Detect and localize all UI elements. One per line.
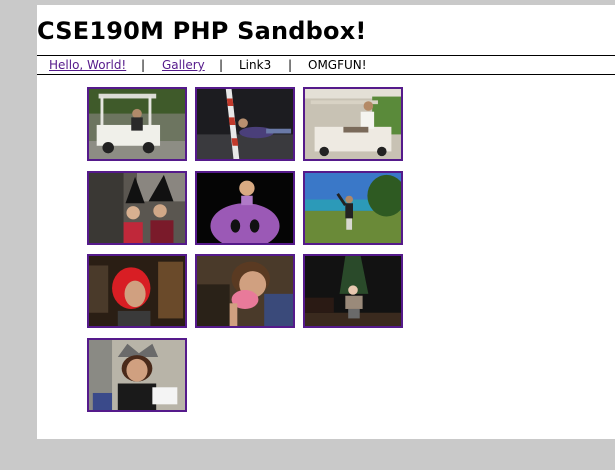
person-lying-by-pole-photo [197, 89, 293, 159]
hat-portrait-photo [89, 340, 185, 410]
gallery-thumbnail[interactable] [195, 254, 295, 328]
witch-hats-photo [89, 173, 185, 243]
beach-cliff-photo [305, 173, 401, 243]
gallery-thumbnail[interactable] [195, 171, 295, 245]
nav-separator: | [219, 58, 224, 72]
golf-cart-photo [89, 89, 185, 159]
person-in-cart-photo [305, 89, 401, 159]
nav-link-hello-world[interactable]: Hello, World! [49, 56, 126, 74]
gallery-thumbnail[interactable] [87, 254, 187, 328]
pink-mask-photo [197, 256, 293, 326]
nav-link-gallery[interactable]: Gallery [162, 56, 205, 74]
page-title: CSE190M PHP Sandbox! [37, 17, 367, 45]
nav-separator: | [288, 58, 293, 72]
page-content: CSE190M PHP Sandbox! Hello, World! | Gal… [37, 5, 615, 439]
night-yard-photo [305, 256, 401, 326]
red-hair-photo [89, 256, 185, 326]
nav-item-omgfun: OMGFUN! [308, 58, 367, 72]
nav-bar: Hello, World! | Gallery | Link3 | OMGFUN… [37, 55, 615, 75]
nav-separator: | [141, 58, 146, 72]
nav-item-link3: Link3 [239, 58, 272, 72]
gallery-thumbnail[interactable] [303, 87, 403, 161]
gallery-thumbnail[interactable] [87, 171, 187, 245]
gallery-thumbnail[interactable] [87, 338, 187, 412]
gallery-thumbnail[interactable] [303, 171, 403, 245]
gallery-thumbnail[interactable] [303, 254, 403, 328]
purple-costume-photo [197, 173, 293, 243]
gallery-thumbnail[interactable] [195, 87, 295, 161]
gallery-thumbnail[interactable] [87, 87, 187, 161]
